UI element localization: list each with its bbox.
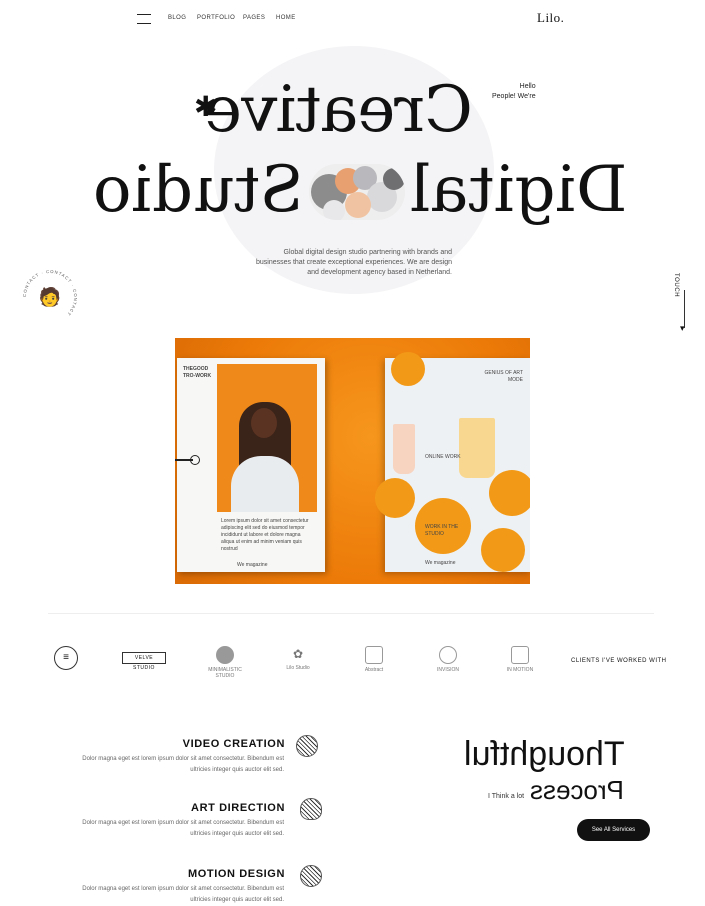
client-logo: IN MOTION <box>500 646 540 673</box>
magazine-right-footer: We magazine <box>425 560 456 566</box>
arrow-down-icon[interactable]: ▾ <box>680 324 685 333</box>
art-icon <box>300 798 322 820</box>
hero-title-creative: Creative <box>205 73 473 147</box>
service-title[interactable]: VIDEO CREATION <box>183 738 285 750</box>
hero-word-studio: Studio <box>93 153 304 227</box>
touch-label: TOUCH <box>673 273 679 298</box>
service-title[interactable]: ART DIRECTION <box>191 802 285 814</box>
globe-icon <box>439 646 457 664</box>
magazine-left-title: THEGOOD TRO-WORK <box>183 366 212 379</box>
magazine-left-footer: We magazine <box>237 562 268 568</box>
see-all-services-button[interactable]: See All Services <box>577 819 650 841</box>
greeting-line-1: Hello <box>519 83 536 90</box>
nav-portfolio[interactable]: PORTFOLIO <box>197 15 235 21</box>
greeting-line-2: People! We're <box>492 93 536 100</box>
client-logo-icon <box>511 646 529 664</box>
video-icon <box>296 735 318 757</box>
process-tagline: I Think a lot <box>488 793 525 800</box>
nav-pages[interactable]: PAGES <box>243 15 265 21</box>
avatar[interactable]: 🧑 <box>35 282 65 312</box>
client-logo: Abstract <box>354 646 394 673</box>
nav-blog[interactable]: BLOG <box>168 15 186 21</box>
magazine-left-body: Lorem ipsum dolor sit amet consectetur a… <box>221 518 309 552</box>
client-logo: MINIMALISTIC STUDIO <box>204 646 246 679</box>
magazine-image: THEGOOD TRO-WORK Lorem ipsum dolor sit a… <box>175 338 530 584</box>
client-logo-text: IN MOTION <box>506 667 534 673</box>
client-logo-text: Lilo Studio <box>286 665 310 671</box>
service-text: Dolor magna eget est lorem ipsum dolor s… <box>82 756 284 773</box>
section-divider <box>48 613 654 614</box>
client-logo-icon <box>365 646 383 664</box>
site-logo[interactable]: Lilo. <box>537 10 564 26</box>
hero-greeting: Hello People! We're <box>492 82 536 102</box>
process-heading-line1: Thoughtful <box>464 735 625 773</box>
portrait-photo <box>217 364 317 512</box>
magazine-left-page: THEGOOD TRO-WORK Lorem ipsum dolor sit a… <box>177 358 325 572</box>
process-heading-line2: Process <box>530 775 624 805</box>
client-logo-box: VELVE STUDIO <box>122 652 166 671</box>
magazine-right-sub: ONLINE WORK <box>425 454 461 460</box>
client-logo: ✿ Lilo Studio <box>278 646 318 671</box>
client-logo-icon <box>216 646 234 664</box>
hero-spheres-image <box>309 164 405 220</box>
service-text: Dolor magna eget est lorem ipsum dolor s… <box>82 886 284 903</box>
service-text: Dolor magna eget est lorem ipsum dolor s… <box>82 820 284 837</box>
motion-icon <box>300 865 322 887</box>
client-logo: INVISION <box>428 646 468 673</box>
hero-word-digital: Digital <box>409 153 628 227</box>
service-title[interactable]: MOTION DESIGN <box>188 868 285 880</box>
citrus-photo <box>375 352 530 572</box>
slider-handle-icon[interactable] <box>190 455 200 465</box>
client-logo-text: MINIMALISTIC STUDIO <box>208 667 242 679</box>
magazine-right-caption: WORK IN THE STUDIO <box>425 524 459 537</box>
menu-icon[interactable] <box>137 14 151 24</box>
client-logo-text: Abstract <box>364 667 384 673</box>
client-badge-icon: ≡ <box>54 646 78 670</box>
magazine-right-head: GENIUS OF ART MODE <box>484 370 523 383</box>
hero-description: Global digital design studio partnering … <box>256 249 452 276</box>
nav-home[interactable]: HOME <box>276 15 296 21</box>
client-logo-text: INVISION <box>437 667 459 673</box>
magazine-right-page: GENIUS OF ART MODE ONLINE WORK WORK IN T… <box>375 352 530 572</box>
clients-label: CLIENTS I'VE WORKED WITH <box>571 658 667 664</box>
flower-icon: ✿ <box>290 646 306 662</box>
